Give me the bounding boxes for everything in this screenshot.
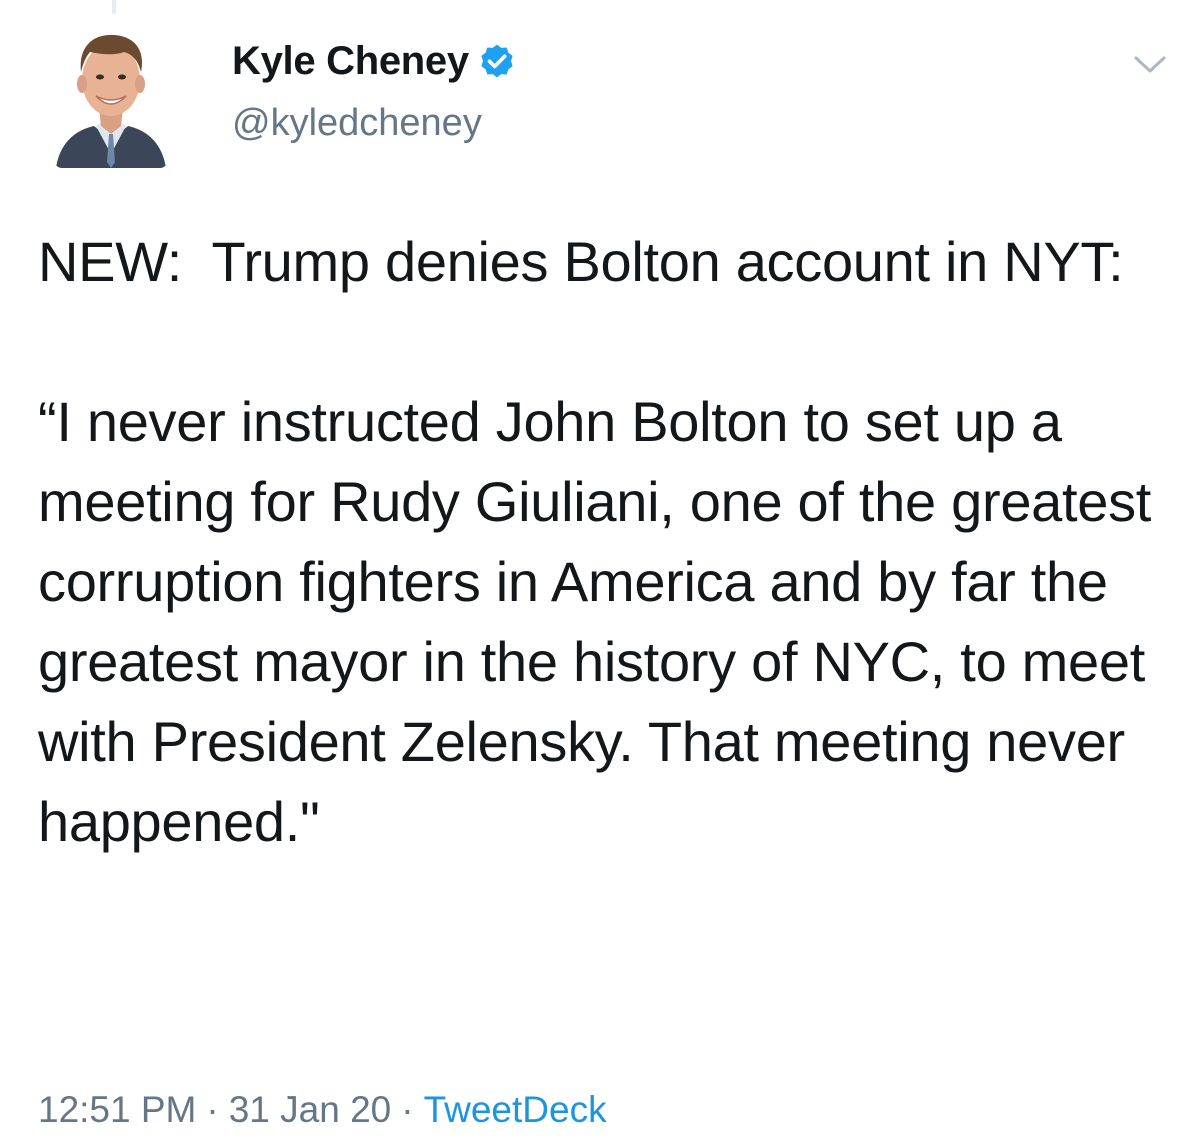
author-identity: Kyle Cheney @kyledcheney (232, 36, 517, 145)
tweet-source-link[interactable]: TweetDeck (424, 1089, 607, 1130)
avatar-photo (56, 34, 166, 168)
avatar[interactable] (54, 22, 168, 168)
meta-separator: · (206, 1089, 219, 1130)
tweet-date[interactable]: 31 Jan 20 (229, 1089, 392, 1130)
author-handle[interactable]: @kyledcheney (232, 102, 517, 145)
author-display-name[interactable]: Kyle Cheney (232, 39, 469, 84)
tweet-metadata: 12:51 PM · 31 Jan 20 · TweetDeck (38, 1084, 607, 1136)
tweet-time[interactable]: 12:51 PM (38, 1089, 196, 1130)
verified-badge-icon (477, 41, 517, 81)
chevron-down-icon[interactable] (1130, 44, 1170, 84)
author-name-row: Kyle Cheney (232, 36, 517, 86)
thread-connector-line (112, 0, 116, 14)
tweet-text: NEW: Trump denies Bolton account in NYT:… (38, 230, 1152, 853)
tweet-header: Kyle Cheney @kyledcheney (54, 22, 1170, 172)
meta-separator: · (401, 1089, 414, 1130)
